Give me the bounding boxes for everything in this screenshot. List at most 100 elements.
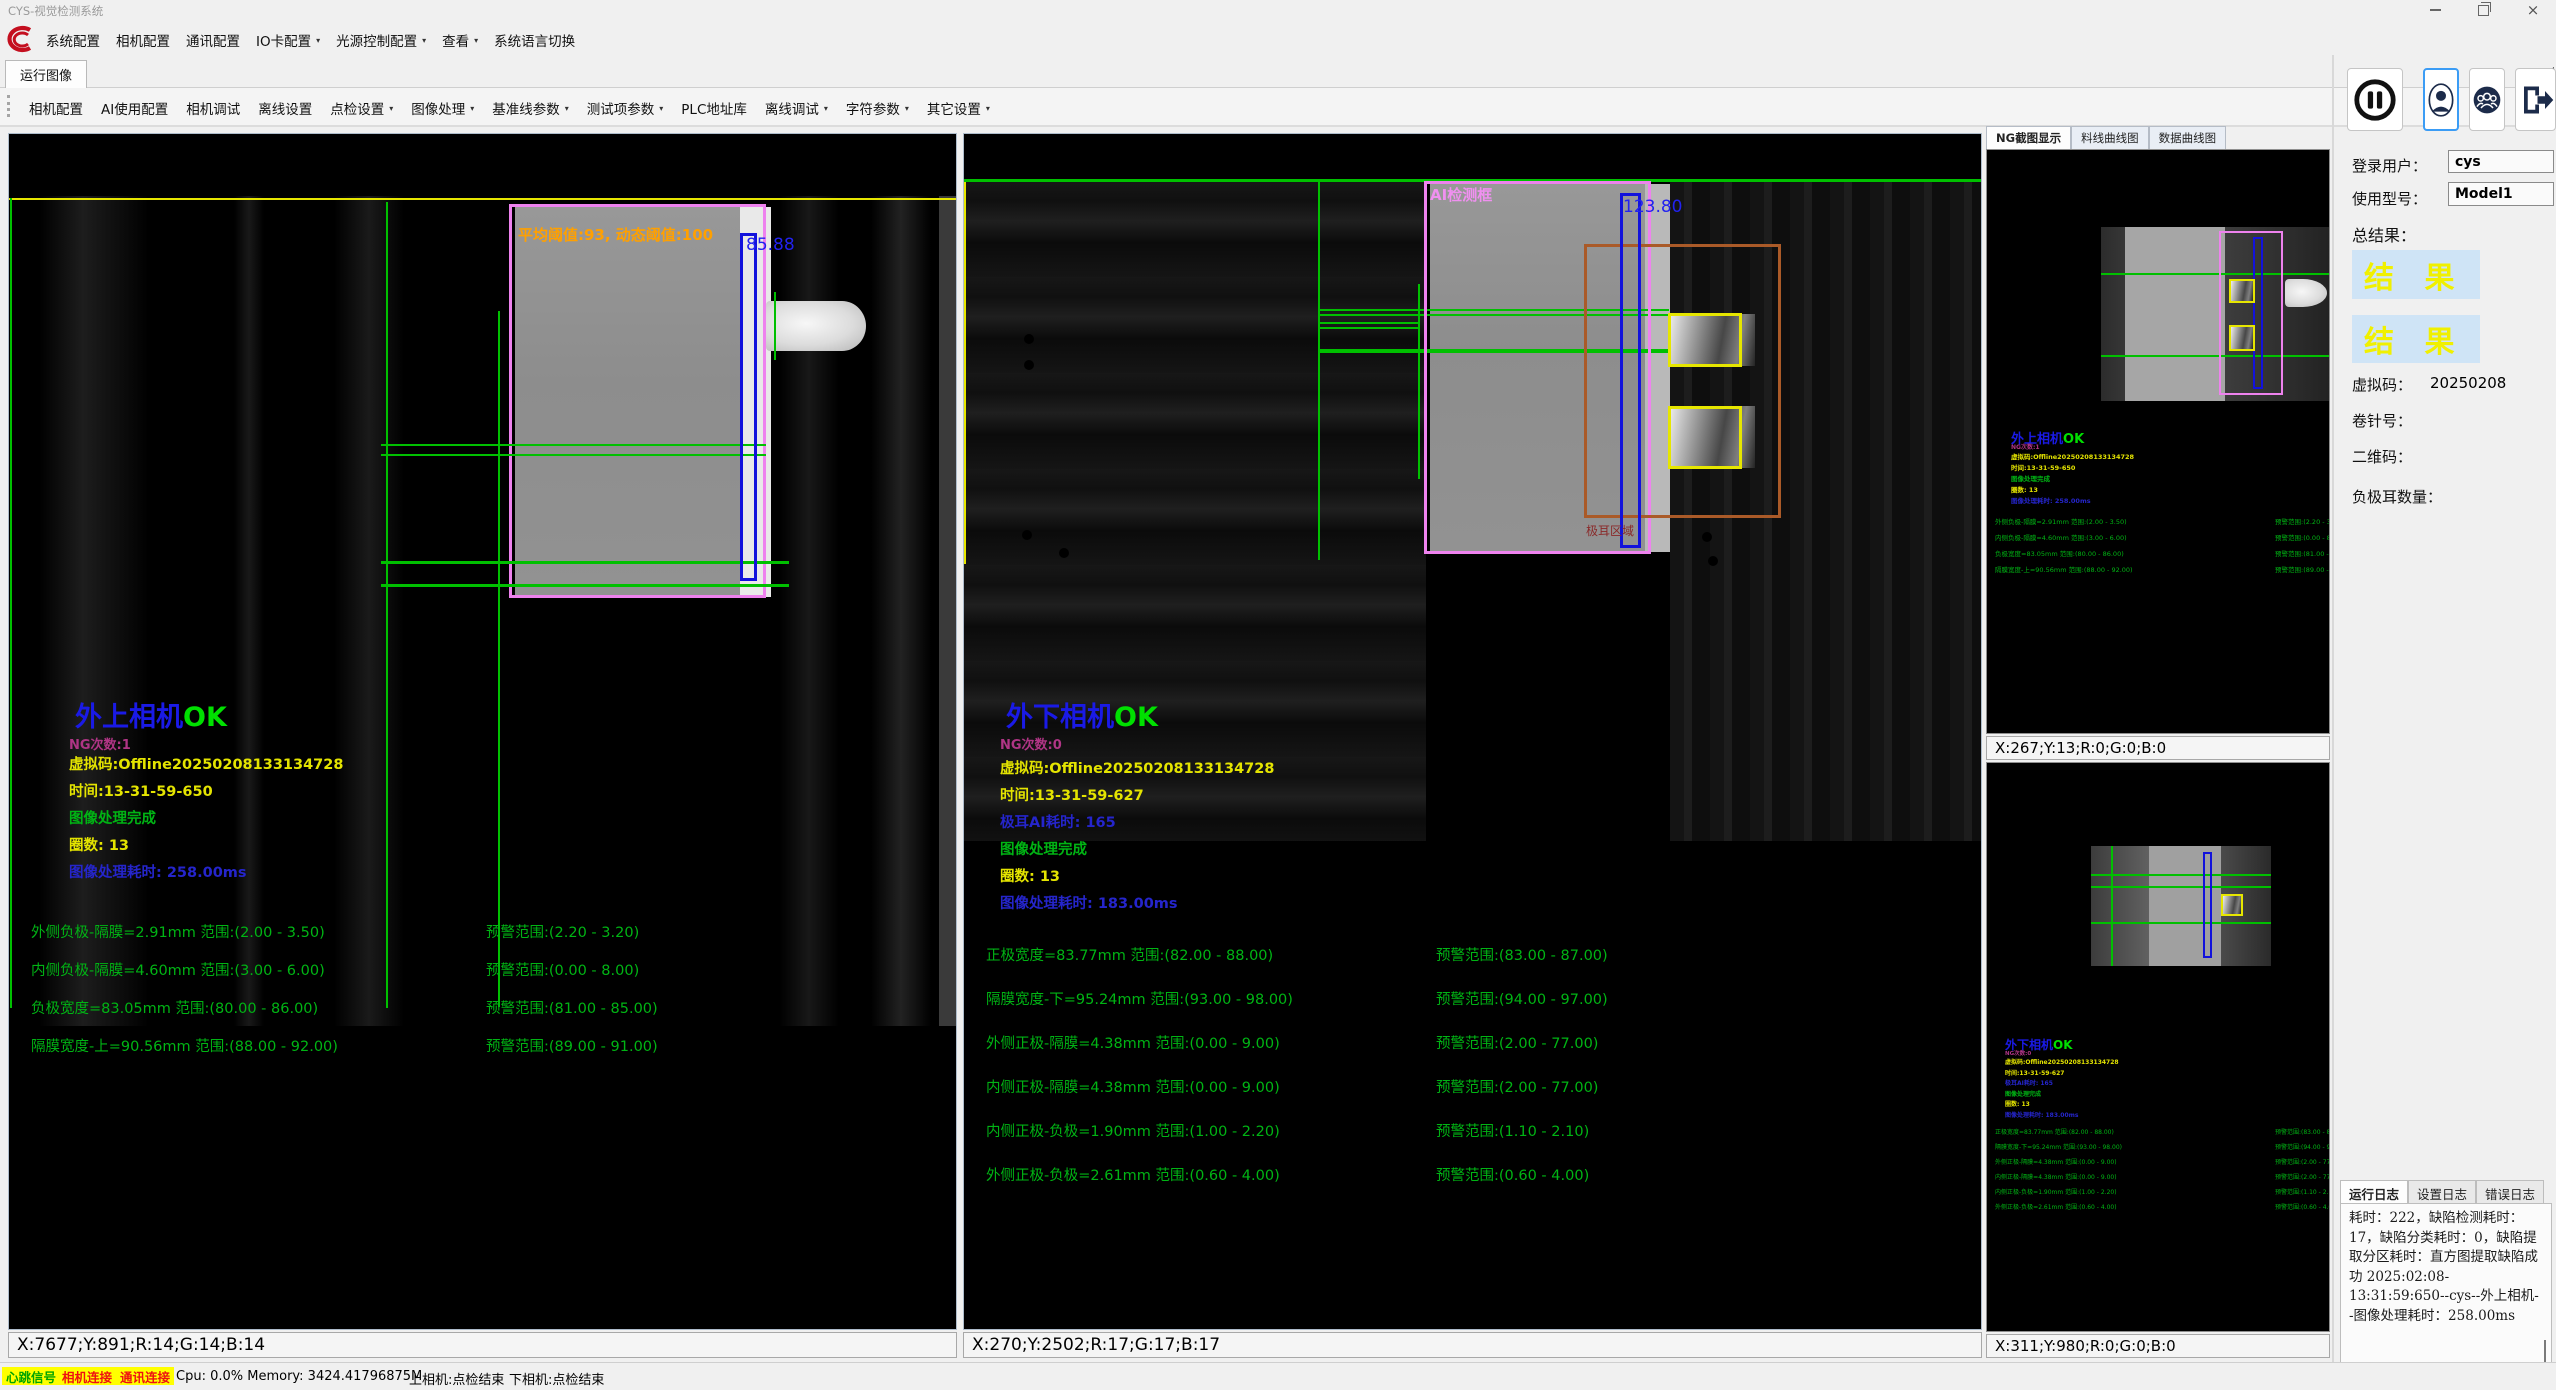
- measurement-list: 外侧负极-隔膜=2.91mm 范围:(2.00 - 3.50) 预警范围:(2.…: [31, 921, 338, 1073]
- measurement-row: 隔膜宽度-下=95.24mm 范围:(93.00 - 98.00) 预警范围:(…: [1995, 1142, 2122, 1157]
- measure-green-line: [1318, 327, 1418, 329]
- measurement-row: 隔膜宽度-上=90.56mm 范围:(88.00 - 92.00) 预警范围:(…: [31, 1035, 338, 1073]
- measurement-warn-range: 预警范围:(94.00 - 97.00): [2275, 1142, 2330, 1151]
- camera-name: 外上相机: [75, 702, 183, 733]
- menu-item[interactable]: 查看▾: [434, 26, 486, 54]
- toolbar-item[interactable]: 离线设置▾: [249, 94, 321, 122]
- measurement-warn-range: 预警范围:(94.00 - 97.00): [1436, 988, 1608, 1009]
- info-line: 图像处理完成: [2005, 1090, 2119, 1101]
- roi-pink-box: [509, 204, 766, 598]
- info-line: 圈数: 13: [1000, 864, 1274, 891]
- measurement-warn-range: 预警范围:(81.00 - 85.00): [2275, 548, 2330, 558]
- measurement-value: 负极宽度=83.05mm 范围:(80.00 - 86.00): [1995, 550, 2124, 558]
- toolbar-item[interactable]: 图像处理▾: [402, 94, 483, 122]
- texture-band: [871, 196, 931, 1026]
- menu-item[interactable]: 相机配置▾: [108, 26, 178, 54]
- measurement-row: 内侧负极-隔膜=4.60mm 范围:(3.00 - 6.00) 预警范围:(0.…: [31, 959, 338, 997]
- pause-button[interactable]: [2347, 68, 2403, 131]
- camera-name: 外下相机: [1006, 702, 1114, 733]
- users-button[interactable]: [2469, 68, 2505, 131]
- measurement-row: 内侧正极-负极=1.90mm 范围:(1.00 - 2.20) 预警范围:(1.…: [1995, 1187, 2122, 1202]
- tab-material-curve[interactable]: 料线曲线图: [2071, 126, 2149, 149]
- chevron-down-icon: ▾: [986, 104, 990, 113]
- toolbar-item[interactable]: 点检设置▾: [321, 94, 402, 122]
- mini-measurement-list: 外侧负极-隔膜=2.91mm 范围:(2.00 - 3.50) 预警范围:(2.…: [1995, 516, 2133, 580]
- total-result-label: 总结果：: [2352, 222, 2416, 246]
- toolbar-grip[interactable]: [7, 95, 10, 117]
- texture-band: [939, 196, 957, 1026]
- toolbar-item[interactable]: 其它设置▾: [918, 94, 999, 122]
- login-user-label: 登录用户：: [2352, 155, 2427, 176]
- camera-view-bottom[interactable]: AI检测框 123.80 极耳区域 外下相机OK NG次数:0 虚拟码:Offl…: [963, 133, 1982, 1330]
- toolbar-item[interactable]: AI使用配置▾: [92, 94, 177, 122]
- texture-band: [334, 196, 404, 1026]
- mini-yellow-box: [2221, 894, 2243, 916]
- edge-green-line: [774, 292, 776, 360]
- measurement-row: 内侧正极-隔膜=4.38mm 范围:(0.00 - 9.00) 预警范围:(2.…: [986, 1076, 1293, 1120]
- app-logo-icon: [3, 22, 35, 56]
- measurement-row: 外侧正极-负极=2.61mm 范围:(0.60 - 4.00) 预警范围:(0.…: [986, 1164, 1293, 1208]
- menu-item[interactable]: 光源控制配置▾: [328, 26, 434, 54]
- model-field[interactable]: [2448, 182, 2554, 206]
- toolbar: 相机配置▾AI使用配置▾相机调试▾离线设置▾点检设置▾图像处理▾基准线参数▾测试…: [0, 88, 2556, 127]
- mini-blue-box: [2253, 237, 2263, 389]
- mini-green-line: [2091, 886, 2271, 888]
- toolbar-item[interactable]: 相机配置▾: [20, 94, 92, 122]
- chevron-down-icon: ▾: [422, 36, 426, 45]
- mini-green-line: [2101, 273, 2330, 275]
- toolbar-item[interactable]: PLC地址库▾: [672, 94, 756, 122]
- measurement-warn-range: 预警范围:(0.00 - 8.00): [2275, 532, 2330, 542]
- mini-image: [2091, 846, 2271, 966]
- measurement-value: 正极宽度=83.77mm 范围:(82.00 - 88.00): [1995, 1129, 2114, 1136]
- info-line: 虚拟码:Offline20250208133134728: [2005, 1058, 2119, 1069]
- measurement-warn-range: 预警范围:(1.10 - 2.10): [1436, 1120, 1589, 1141]
- tab-ng-screenshot[interactable]: NG截图显示: [1986, 126, 2071, 149]
- bottom-camera-status: 下相机:点检结束: [509, 1369, 604, 1388]
- close-button[interactable]: ×: [2518, 0, 2548, 20]
- panel-divider: [2332, 55, 2334, 1362]
- measurement-warn-range: 预警范围:(1.10 - 2.10): [2275, 1187, 2330, 1196]
- info-line: 时间:13-31-59-650: [69, 779, 343, 806]
- threshold-overlay-text: 平均阈值:93, 动态阈值:100: [518, 224, 713, 245]
- menu-item[interactable]: 系统配置▾: [38, 26, 108, 54]
- toolbar-item[interactable]: 相机调试▾: [177, 94, 249, 122]
- user-button[interactable]: [2423, 68, 2459, 131]
- menu-item[interactable]: 通讯配置▾: [178, 26, 248, 54]
- tab-run-image[interactable]: 运行图像: [5, 60, 87, 88]
- camera-result: OK: [1114, 702, 1158, 733]
- measurement-warn-range: 预警范围:(2.00 - 77.00): [1436, 1032, 1598, 1053]
- toolbar-item[interactable]: 字符参数▾: [837, 94, 918, 122]
- toolbar-item[interactable]: 离线调试▾: [756, 94, 837, 122]
- log-scrollbar-thumb[interactable]: [2544, 1340, 2546, 1362]
- toolbar-item[interactable]: 基准线参数▾: [483, 94, 578, 122]
- minimize-icon: [2430, 9, 2441, 11]
- ng-thumbnail-bottom[interactable]: 外下相机OK NG次数:0 虚拟码:Offline202502081331347…: [1986, 762, 2330, 1332]
- measurement-value: 内侧正极-负极=1.90mm 范围:(1.00 - 2.20): [986, 1124, 1280, 1140]
- measurement-value: 外侧正极-负极=2.61mm 范围:(0.60 - 4.00): [1995, 1204, 2117, 1211]
- camera-view-top[interactable]: 85.88 平均阈值:93, 动态阈值:100 外上相机OK NG次数:1 虚拟…: [8, 133, 957, 1330]
- camera-result-title: 外下相机OK: [1006, 702, 1158, 734]
- camera-result-title: 外上相机OK: [75, 702, 227, 734]
- toolbar-item[interactable]: 测试项参数▾: [578, 94, 673, 122]
- measurement-value: 负极宽度=83.05mm 范围:(80.00 - 86.00): [31, 1001, 318, 1017]
- measurement-row: 外侧正极-隔膜=4.38mm 范围:(0.00 - 9.00) 预警范围:(2.…: [1995, 1157, 2122, 1172]
- menu-item[interactable]: 系统语言切换▾: [486, 26, 583, 54]
- log-content[interactable]: 耗时：222，缺陷检测耗时：17，缺陷分类耗时：0，缺陷提取分区耗时：直方图提取…: [2340, 1203, 2552, 1386]
- logout-button[interactable]: [2515, 68, 2556, 131]
- measurement-value: 隔膜宽度-下=95.24mm 范围:(93.00 - 98.00): [1995, 1144, 2122, 1151]
- minimize-button[interactable]: [2420, 0, 2450, 20]
- info-line: 时间:13-31-59-627: [1000, 783, 1274, 810]
- menu-item[interactable]: IO卡配置▾: [248, 26, 328, 54]
- tab-data-curve[interactable]: 数据曲线图: [2149, 126, 2227, 149]
- ng-thumbnail-top[interactable]: 外上相机OK NG次数:1 虚拟码:Offline202502081331347…: [1986, 149, 2330, 734]
- baseline-yellow-line: [9, 198, 957, 200]
- mini-electrode-tab: [2285, 279, 2327, 307]
- login-user-field[interactable]: [2448, 150, 2554, 173]
- info-line: 图像处理耗时: 258.00ms: [69, 860, 343, 887]
- info-line: 图像处理完成: [1000, 837, 1274, 864]
- restore-button[interactable]: [2468, 0, 2498, 20]
- measurement-value: 隔膜宽度-上=90.56mm 范围:(88.00 - 92.00): [31, 1039, 338, 1055]
- texture-band: [234, 196, 264, 1026]
- measurement-row: 外侧正极-隔膜=4.38mm 范围:(0.00 - 9.00) 预警范围:(2.…: [986, 1032, 1293, 1076]
- baseline-yellow-line: [964, 182, 966, 564]
